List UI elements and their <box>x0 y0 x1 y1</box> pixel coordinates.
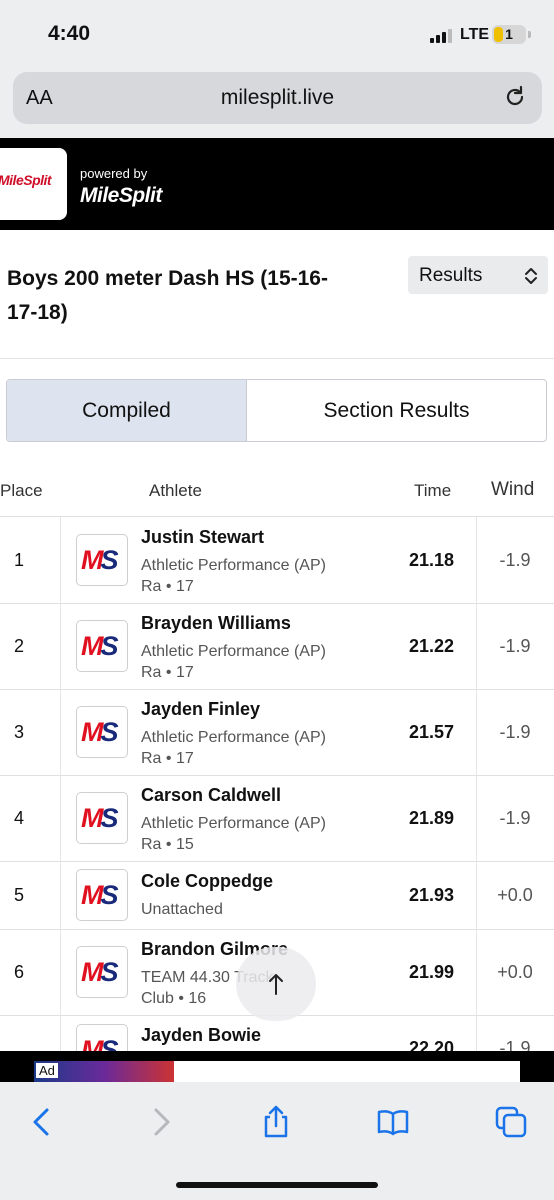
header-wind[interactable]: Wind <box>491 479 534 501</box>
header-athlete[interactable]: Athlete <box>149 481 202 501</box>
forward-icon[interactable] <box>143 1104 179 1140</box>
header-place[interactable]: Place <box>0 481 43 501</box>
table-row[interactable]: 4 MS Carson Caldwell Athletic Performanc… <box>0 775 554 862</box>
table-row[interactable]: 5 MS Cole Coppedge Unattached 21.93 +0.0 <box>0 861 554 930</box>
table-row[interactable]: 3 MS Jayden Finley Athletic Performance … <box>0 689 554 776</box>
network-label: LTE <box>460 26 490 43</box>
result-time: 21.89 <box>408 808 454 828</box>
result-wind: -1.9 <box>499 550 531 570</box>
result-wind: -1.9 <box>499 1038 531 1051</box>
result-time: 21.93 <box>408 885 454 905</box>
milesplit-icon: MS <box>76 869 128 921</box>
arrow-up-icon <box>269 974 283 995</box>
table-header: Place Athlete Time Wind <box>0 466 554 517</box>
back-icon[interactable] <box>24 1104 60 1140</box>
result-time: 21.22 <box>408 636 454 656</box>
address-bar[interactable]: AA milesplit.live <box>13 72 542 124</box>
table-row[interactable]: 1 MS Justin Stewart Athletic Performance… <box>0 517 554 604</box>
logo-text: MileSplit <box>0 172 52 188</box>
row-place: 2 <box>14 636 25 656</box>
ad-strip: Ad <box>0 1051 554 1082</box>
milesplit-icon: MS <box>76 1024 128 1051</box>
tab-section-results[interactable]: Section Results <box>247 380 546 441</box>
view-select-value: Results <box>419 265 483 286</box>
status-time: 4:40 <box>48 22 91 45</box>
reload-icon[interactable] <box>502 84 528 110</box>
athlete-team: Athletic Performance (AP) Ra • 17 <box>141 557 326 595</box>
milesplit-icon: MS <box>76 534 128 586</box>
view-select[interactable]: Results <box>408 256 548 294</box>
home-indicator <box>176 1182 378 1188</box>
results-tabs: Compiled Section Results <box>6 379 547 442</box>
athlete-team: Athletic Performance (AP) Ra • 17 <box>141 729 326 767</box>
athlete-team: Athletic Performance (AP) Ra • 17 <box>141 643 326 681</box>
athlete-name[interactable]: Jayden Bowie <box>141 1025 261 1046</box>
athlete-name[interactable]: Cole Coppedge <box>141 871 273 892</box>
milesplit-icon: MS <box>76 792 128 844</box>
ad-banner[interactable]: Ad <box>34 1061 520 1082</box>
athlete-team: Unattached <box>141 901 223 918</box>
battery-icon: 1 <box>492 25 526 44</box>
divider <box>0 358 554 359</box>
updown-chevron-icon <box>525 268 537 284</box>
url-text[interactable]: milesplit.live <box>13 86 542 110</box>
share-icon[interactable] <box>258 1104 294 1140</box>
powered-by-label: powered by <box>80 166 148 181</box>
row-place: 6 <box>14 962 25 982</box>
tab-compiled[interactable]: Compiled <box>7 380 247 441</box>
milesplit-banner: MileSplit powered by MileSplit <box>0 138 554 230</box>
result-wind: +0.0 <box>497 962 533 982</box>
milesplit-icon: MS <box>76 706 128 758</box>
athlete-name[interactable]: Justin Stewart <box>141 527 264 548</box>
athlete-name[interactable]: Brayden Williams <box>141 613 291 634</box>
result-wind: -1.9 <box>499 808 531 828</box>
brand-name: MileSplit <box>80 184 162 207</box>
result-time: 21.99 <box>408 962 454 982</box>
row-place: 5 <box>14 885 25 905</box>
row-place: 4 <box>14 808 25 828</box>
row-place: 3 <box>14 722 25 742</box>
athlete-name[interactable]: Carson Caldwell <box>141 785 281 806</box>
milesplit-icon: MS <box>76 946 128 998</box>
bookmarks-icon[interactable] <box>375 1104 411 1140</box>
browser-chrome: 4:40 LTE 1 AA milesplit.live <box>0 0 554 138</box>
battery-tip <box>528 31 531 38</box>
milesplit-icon: MS <box>76 620 128 672</box>
event-title: Boys 200 meter Dash HS (15-16-17-18) <box>7 267 328 324</box>
athlete-name[interactable]: Jayden Finley <box>141 699 260 720</box>
signal-icon <box>430 29 454 43</box>
athlete-team: Athletic Performance (AP) Ra • 15 <box>141 815 326 853</box>
table-row[interactable]: 2 MS Brayden Williams Athletic Performan… <box>0 603 554 690</box>
result-time: 22.20 <box>408 1038 454 1051</box>
result-wind: -1.9 <box>499 722 531 742</box>
header-time[interactable]: Time <box>414 481 451 501</box>
result-time: 21.57 <box>408 722 454 742</box>
battery-level: 1 <box>505 26 513 42</box>
result-wind: -1.9 <box>499 636 531 656</box>
tabs-icon[interactable] <box>493 1104 529 1140</box>
result-time: 21.18 <box>408 550 454 570</box>
row-place: 1 <box>14 550 25 570</box>
milesplit-logo[interactable]: MileSplit <box>0 148 67 220</box>
scroll-to-top-button[interactable] <box>236 947 316 1021</box>
ad-label: Ad <box>36 1063 58 1078</box>
result-wind: +0.0 <box>497 885 533 905</box>
